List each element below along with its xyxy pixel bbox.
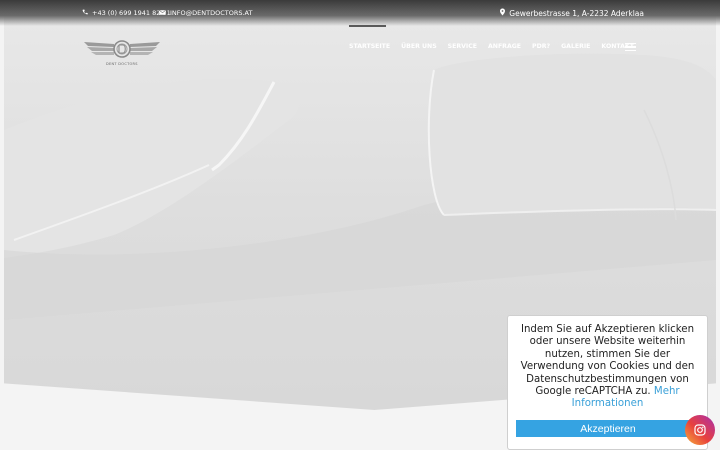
instagram-button[interactable] (685, 415, 715, 445)
map-pin-icon (500, 8, 506, 18)
cookie-message: Indem Sie auf Akzeptieren klicken oder u… (518, 324, 697, 411)
nav-item-galerie[interactable]: GALERIE (561, 43, 590, 50)
hamburger-menu-icon[interactable] (625, 43, 636, 51)
phone-contact[interactable]: +43 (0) 699 1941 82 71 (82, 9, 171, 17)
email-address: INFO@DENTDOCTORS.AT (170, 9, 253, 17)
envelope-icon (159, 9, 166, 17)
address-text: Gewerbestrasse 1, A-2232 Aderklaa (509, 8, 644, 18)
main-navigation: STARTSEITE ÜBER UNS SERVICE ANFRAGE PDR?… (349, 25, 634, 50)
cookie-consent-banner: Indem Sie auf Akzeptieren klicken oder u… (507, 315, 708, 450)
instagram-icon (694, 424, 706, 436)
logo-subtext: DENT DOCTORS (106, 62, 138, 66)
nav-item-service[interactable]: SERVICE (448, 43, 477, 50)
accept-cookies-button[interactable]: Akzeptieren (516, 420, 700, 437)
nav-item-pdr[interactable]: PDR? (532, 43, 550, 50)
top-info-bar: +43 (0) 699 1941 82 71 INFO@DENTDOCTORS.… (0, 0, 720, 26)
nav-item-startseite[interactable]: STARTSEITE (349, 43, 390, 50)
phone-icon (82, 9, 88, 17)
active-nav-indicator (349, 25, 386, 27)
address-info: Gewerbestrasse 1, A-2232 Aderklaa (500, 8, 644, 18)
nav-item-anfrage[interactable]: ANFRAGE (488, 43, 521, 50)
email-contact[interactable]: INFO@DENTDOCTORS.AT (159, 9, 252, 17)
nav-item-ueber-uns[interactable]: ÜBER UNS (401, 43, 437, 50)
